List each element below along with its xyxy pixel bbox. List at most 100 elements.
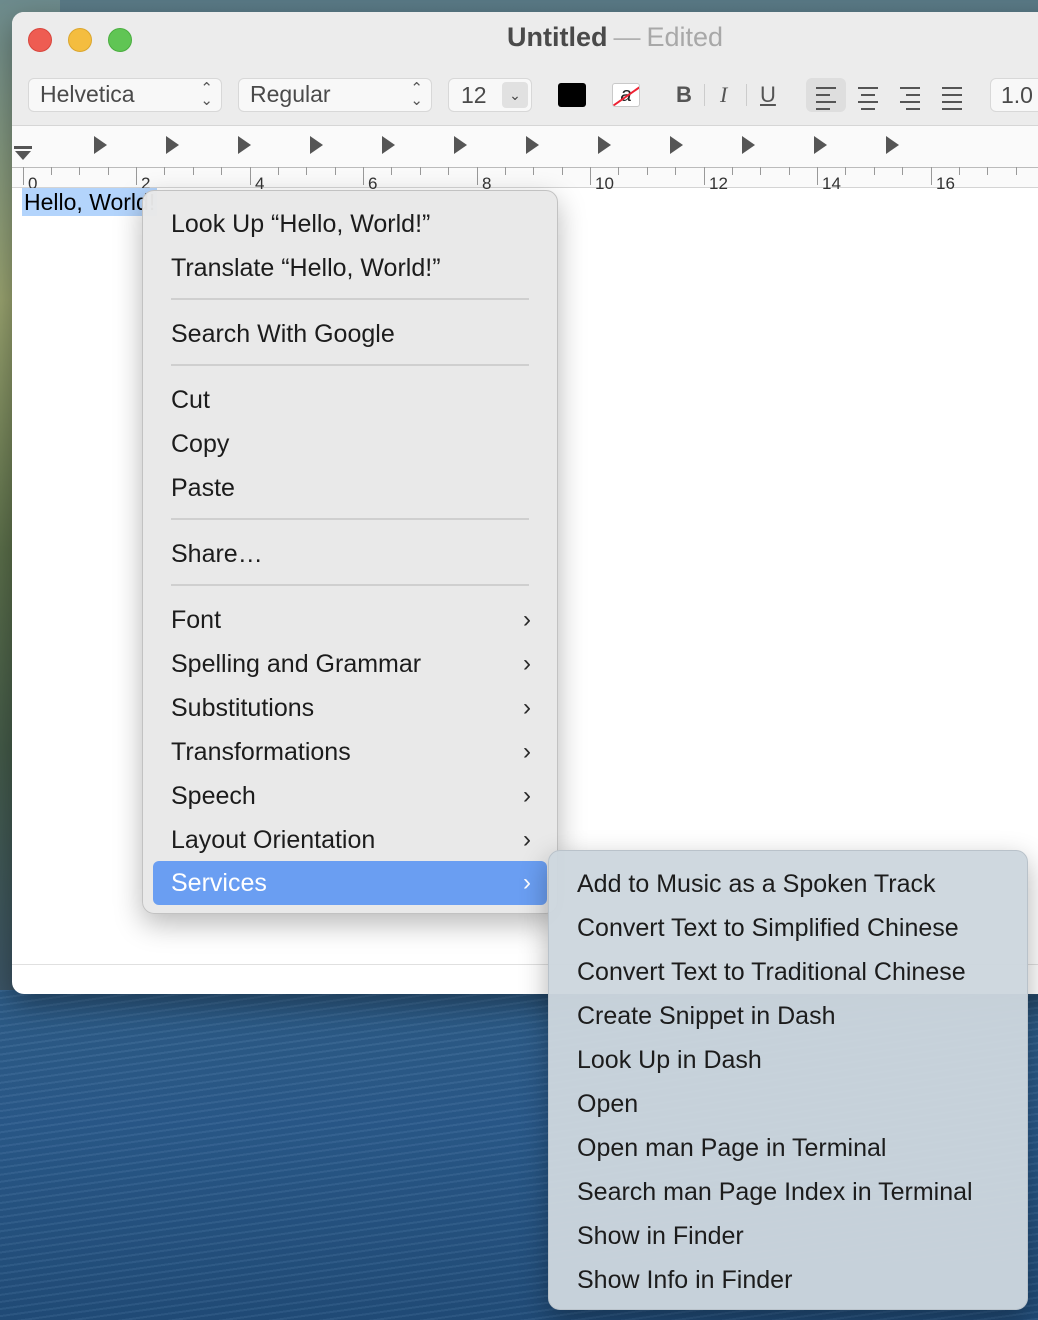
ruler-minor-tick [448, 167, 449, 175]
service-label: Look Up in Dash [577, 1046, 762, 1074]
ruler-major-tick [817, 167, 818, 185]
menu-item-look-up[interactable]: Look Up “Hello, World!” [153, 202, 547, 246]
ruler-label: 14 [822, 174, 841, 193]
font-style-popup[interactable]: Regular ⌃ ⌄ [238, 78, 432, 112]
highlight-color-well[interactable]: a [612, 83, 640, 107]
menu-item-spelling-grammar[interactable]: Spelling and Grammar › [153, 642, 547, 686]
tab-stop-marker[interactable] [886, 136, 899, 154]
service-create-snippet-dash[interactable]: Create Snippet in Dash [559, 994, 1017, 1038]
line-spacing-popup[interactable]: 1.0 [990, 78, 1038, 112]
align-center-button[interactable] [848, 78, 888, 112]
underline-button[interactable]: U [760, 82, 776, 108]
tab-stop-marker[interactable] [670, 136, 683, 154]
service-show-in-finder[interactable]: Show in Finder [559, 1214, 1017, 1258]
ruler-minor-tick [164, 167, 165, 175]
ruler-minor-tick [278, 167, 279, 175]
menu-item-services[interactable]: Services › [153, 861, 547, 905]
ruler-minor-tick [732, 167, 733, 175]
title-bar: Untitled — Edited Helvetica ⌃ ⌄ Regular ⌃ ⌄ … [12, 12, 1038, 126]
menu-item-layout-orientation[interactable]: Layout Orientation › [153, 818, 547, 862]
service-convert-simplified[interactable]: Convert Text to Simplified Chinese [559, 906, 1017, 950]
justify-icon [942, 87, 962, 115]
context-menu: Look Up “Hello, World!” Translate “Hello… [142, 190, 558, 914]
ruler-label: 10 [595, 174, 614, 193]
edited-status: Edited [646, 22, 724, 52]
tab-stop-marker[interactable] [166, 136, 179, 154]
text-color-well[interactable] [558, 83, 586, 107]
tab-stop-marker[interactable] [742, 136, 755, 154]
menu-item-paste[interactable]: Paste [153, 466, 547, 510]
service-look-up-dash[interactable]: Look Up in Dash [559, 1038, 1017, 1082]
service-open[interactable]: Open [559, 1082, 1017, 1126]
tab-stop-marker[interactable] [598, 136, 611, 154]
menu-item-cut[interactable]: Cut [153, 378, 547, 422]
ruler[interactable]: 0 2 4 6 8 10 12 14 16 [12, 126, 1038, 193]
service-show-info-finder[interactable]: Show Info in Finder [559, 1258, 1017, 1302]
menu-item-search-google[interactable]: Search With Google [153, 312, 547, 356]
menu-item-label: Transformations [171, 738, 351, 766]
chevron-right-icon: › [523, 650, 531, 677]
title-separator: — [613, 22, 641, 52]
italic-button[interactable]: I [720, 82, 727, 108]
window-title: Untitled — Edited [507, 22, 723, 53]
tab-stop-marker[interactable] [814, 136, 827, 154]
tab-stop-marker[interactable] [94, 136, 107, 154]
zoom-button[interactable] [108, 28, 132, 52]
service-convert-traditional[interactable]: Convert Text to Traditional Chinese [559, 950, 1017, 994]
tab-stop-marker[interactable] [382, 136, 395, 154]
align-left-icon [816, 87, 836, 115]
align-left-button[interactable] [806, 78, 846, 112]
menu-item-share[interactable]: Share… [153, 532, 547, 576]
divider [704, 84, 705, 106]
minimize-button[interactable] [68, 28, 92, 52]
ruler-minor-tick [789, 167, 790, 175]
menu-item-copy[interactable]: Copy [153, 422, 547, 466]
justify-button[interactable] [932, 78, 972, 112]
ruler-label: 12 [709, 174, 728, 193]
menu-item-label: Substitutions [171, 694, 315, 722]
updown-chevron-icon: ⌃ ⌄ [410, 80, 423, 109]
chevron-right-icon: › [523, 782, 531, 809]
ruler-minor-tick [959, 167, 960, 175]
menu-item-label: Speech [171, 782, 256, 810]
service-open-man-page[interactable]: Open man Page in Terminal [559, 1126, 1017, 1170]
chevron-down-icon[interactable]: ⌄ [502, 82, 528, 108]
menu-item-substitutions[interactable]: Substitutions › [153, 686, 547, 730]
ruler-baseline [12, 167, 1038, 168]
ruler-minor-tick [391, 167, 392, 175]
ruler-minor-tick [221, 167, 222, 175]
indent-marker-icon[interactable] [14, 146, 32, 164]
bold-button[interactable]: B [676, 82, 692, 108]
service-add-to-music[interactable]: Add to Music as a Spoken Track [559, 862, 1017, 906]
highlight-glyph: a [620, 84, 632, 106]
font-size-combo[interactable]: 12 ⌄ [448, 78, 532, 112]
tab-stop-marker[interactable] [454, 136, 467, 154]
tab-stop-marker[interactable] [526, 136, 539, 154]
ruler-minor-tick [675, 167, 676, 175]
service-label: Open man Page in Terminal [577, 1134, 887, 1162]
ruler-major-tick [704, 167, 705, 185]
align-center-icon [858, 87, 878, 115]
ruler-minor-tick [987, 167, 988, 175]
align-right-button[interactable] [890, 78, 930, 112]
selected-text[interactable]: Hello, World! [22, 188, 158, 216]
menu-item-transformations[interactable]: Transformations › [153, 730, 547, 774]
menu-item-label: Share… [171, 540, 263, 568]
ruler-major-tick [250, 167, 251, 185]
ruler-major-tick [477, 167, 478, 185]
font-family-value: Helvetica [40, 81, 135, 107]
tab-stop-marker[interactable] [310, 136, 323, 154]
ruler-minor-tick [79, 167, 80, 175]
menu-item-speech[interactable]: Speech › [153, 774, 547, 818]
service-search-man-index[interactable]: Search man Page Index in Terminal [559, 1170, 1017, 1214]
close-button[interactable] [28, 28, 52, 52]
menu-item-translate[interactable]: Translate “Hello, World!” [153, 246, 547, 290]
font-family-popup[interactable]: Helvetica ⌃ ⌄ [28, 78, 222, 112]
chevron-right-icon: › [523, 606, 531, 633]
ruler-minor-tick [505, 167, 506, 175]
menu-item-font[interactable]: Font › [153, 598, 547, 642]
divider [746, 84, 747, 106]
services-submenu: Add to Music as a Spoken Track Convert T… [548, 850, 1028, 1310]
tab-stop-marker[interactable] [238, 136, 251, 154]
menu-item-label: Paste [171, 474, 235, 502]
